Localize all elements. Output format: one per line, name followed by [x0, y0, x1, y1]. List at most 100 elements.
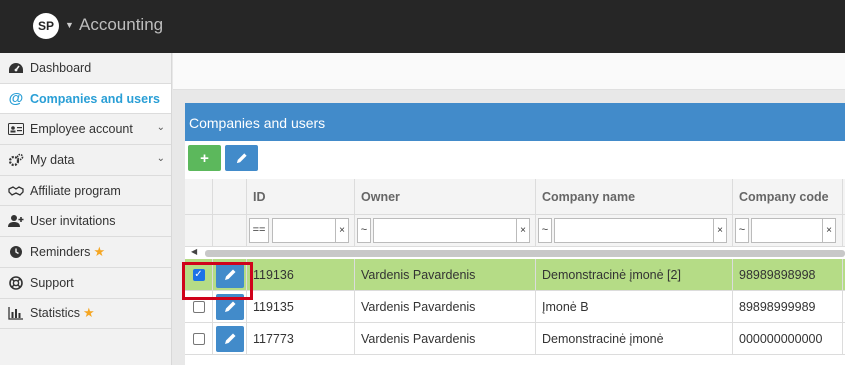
table-row[interactable]: 119135 Vardenis Pavardenis Įmonė B 89898…	[185, 291, 845, 323]
add-button[interactable]: +	[188, 145, 221, 171]
sidebar-item-employee-account[interactable]: Employee account ⌄	[0, 114, 171, 146]
content-header-strip	[173, 53, 845, 90]
row-edit-button[interactable]	[215, 261, 244, 288]
filter-input-id[interactable]	[272, 218, 336, 243]
column-header-company-name[interactable]: Company name	[536, 179, 733, 214]
at-icon: @	[8, 90, 24, 108]
sidebar-item-label: Dashboard	[30, 60, 92, 75]
sidebar-item-companies-and-users[interactable]: @ Companies and users	[0, 83, 171, 115]
filter-id: == ×	[247, 215, 355, 246]
cell-owner: Vardenis Pavardenis	[355, 291, 536, 322]
pencil-icon	[236, 152, 247, 163]
sidebar-item-label: Employee account	[30, 122, 133, 137]
sidebar-item-reminders[interactable]: Reminders ★	[0, 237, 171, 268]
filter-operator-company-name[interactable]: ~	[538, 218, 552, 243]
row-select-cell	[185, 323, 213, 354]
row-select-cell	[185, 291, 213, 322]
sidebar-item-my-data[interactable]: My data ⌄	[0, 145, 171, 176]
handshake-icon	[7, 184, 25, 198]
companies-panel: Companies and users + ID Owner Company n…	[185, 103, 845, 365]
gears-icon	[7, 153, 25, 167]
filter-company-name: ~ ×	[536, 215, 733, 246]
filter-empty	[185, 215, 213, 246]
column-header-company-code[interactable]: Company code	[733, 179, 843, 214]
filter-operator-owner[interactable]: ~	[357, 218, 371, 243]
cell-company-code: 89898999989	[733, 291, 843, 322]
row-edit-button[interactable]	[215, 293, 244, 320]
column-header-owner[interactable]: Owner	[355, 179, 536, 214]
sidebar-item-dashboard[interactable]: Dashboard	[0, 53, 171, 84]
cell-id: 119135	[247, 291, 355, 322]
row-checkbox[interactable]	[192, 332, 205, 345]
cell-company-code: 000000000000	[733, 323, 843, 354]
horizontal-scrollbar[interactable]: ◀	[185, 247, 845, 259]
clock-icon	[7, 245, 25, 259]
filter-row: == × ~ × ~ × ~ ×	[185, 215, 845, 247]
filter-input-company-name[interactable]	[554, 218, 714, 243]
sidebar-item-support[interactable]: Support	[0, 268, 171, 299]
cell-owner: Vardenis Pavardenis	[355, 323, 536, 354]
sidebar-item-label: Companies and users	[30, 91, 160, 106]
user-plus-icon	[7, 214, 25, 228]
chevron-down-icon[interactable]: ⌄	[157, 122, 165, 133]
column-header-id[interactable]: ID	[247, 179, 355, 214]
companies-grid: ID Owner Company name Company code == × …	[185, 179, 845, 355]
row-edit-cell	[213, 291, 247, 322]
sidebar-item-user-invitations[interactable]: User invitations	[0, 206, 171, 238]
cell-id: 117773	[247, 323, 355, 354]
row-checkbox[interactable]	[192, 300, 205, 313]
caret-down-icon[interactable]: ▼	[65, 20, 74, 30]
id-card-icon	[7, 122, 25, 136]
sidebar-item-label: Support	[30, 275, 74, 290]
star-icon: ★	[83, 305, 95, 321]
filter-empty	[213, 215, 247, 246]
table-row[interactable]: 117773 Vardenis Pavardenis Demonstracinė…	[185, 323, 845, 355]
filter-operator-company-code[interactable]: ~	[735, 218, 749, 243]
cell-company-name: Demonstracinė įmonė [2]	[536, 259, 733, 290]
cell-company-name: Įmonė B	[536, 291, 733, 322]
bar-chart-icon	[7, 306, 25, 320]
app-title: Accounting	[79, 15, 164, 34]
panel-title: Companies and users	[185, 103, 845, 141]
filter-company-code: ~ ×	[733, 215, 843, 246]
edit-button[interactable]	[225, 145, 258, 171]
sidebar-item-label: Reminders	[30, 244, 91, 259]
clear-filter-company-name[interactable]: ×	[714, 218, 727, 243]
sidebar: Dashboard @ Companies and users Employee…	[0, 53, 172, 365]
sidebar-item-label: My data	[30, 152, 75, 167]
scroll-left-icon[interactable]: ◀	[191, 247, 197, 256]
row-checkbox[interactable]: ✓	[192, 268, 205, 281]
scrollbar-thumb[interactable]	[205, 250, 845, 257]
row-edit-cell	[213, 323, 247, 354]
filter-operator-id[interactable]: ==	[249, 218, 269, 243]
cell-id: 119136	[247, 259, 355, 290]
clear-filter-company-code[interactable]: ×	[823, 218, 836, 243]
sidebar-item-affiliate-program[interactable]: Affiliate program	[0, 176, 171, 207]
chevron-down-icon[interactable]: ⌄	[157, 153, 165, 164]
pencil-icon	[224, 301, 235, 312]
pencil-icon	[224, 269, 235, 280]
pencil-icon	[224, 333, 235, 344]
sidebar-item-statistics[interactable]: Statistics ★	[0, 299, 171, 330]
dashboard-icon	[7, 61, 25, 75]
toolbar: +	[185, 141, 845, 179]
row-edit-button[interactable]	[215, 325, 244, 352]
cell-company-name: Demonstracinė įmonė	[536, 323, 733, 354]
filter-owner: ~ ×	[355, 215, 536, 246]
grid-header-row: ID Owner Company name Company code	[185, 179, 845, 215]
top-bar: SP ▼ Accounting	[0, 0, 845, 53]
header-edit-column	[213, 179, 247, 214]
header-select-column	[185, 179, 213, 214]
filter-input-company-code[interactable]	[751, 218, 823, 243]
life-ring-icon	[7, 275, 25, 290]
row-select-cell: ✓	[185, 259, 213, 290]
clear-filter-owner[interactable]: ×	[517, 218, 530, 243]
app-logo[interactable]: SP	[33, 13, 59, 39]
row-edit-cell	[213, 259, 247, 290]
star-icon: ★	[93, 243, 106, 259]
filter-input-owner[interactable]	[373, 218, 517, 243]
clear-filter-id[interactable]: ×	[336, 218, 349, 243]
sidebar-item-label: Affiliate program	[30, 183, 121, 198]
table-row[interactable]: ✓ 119136 Vardenis Pavardenis Demonstraci…	[185, 259, 845, 291]
cell-company-code: 98989898998	[733, 259, 843, 290]
